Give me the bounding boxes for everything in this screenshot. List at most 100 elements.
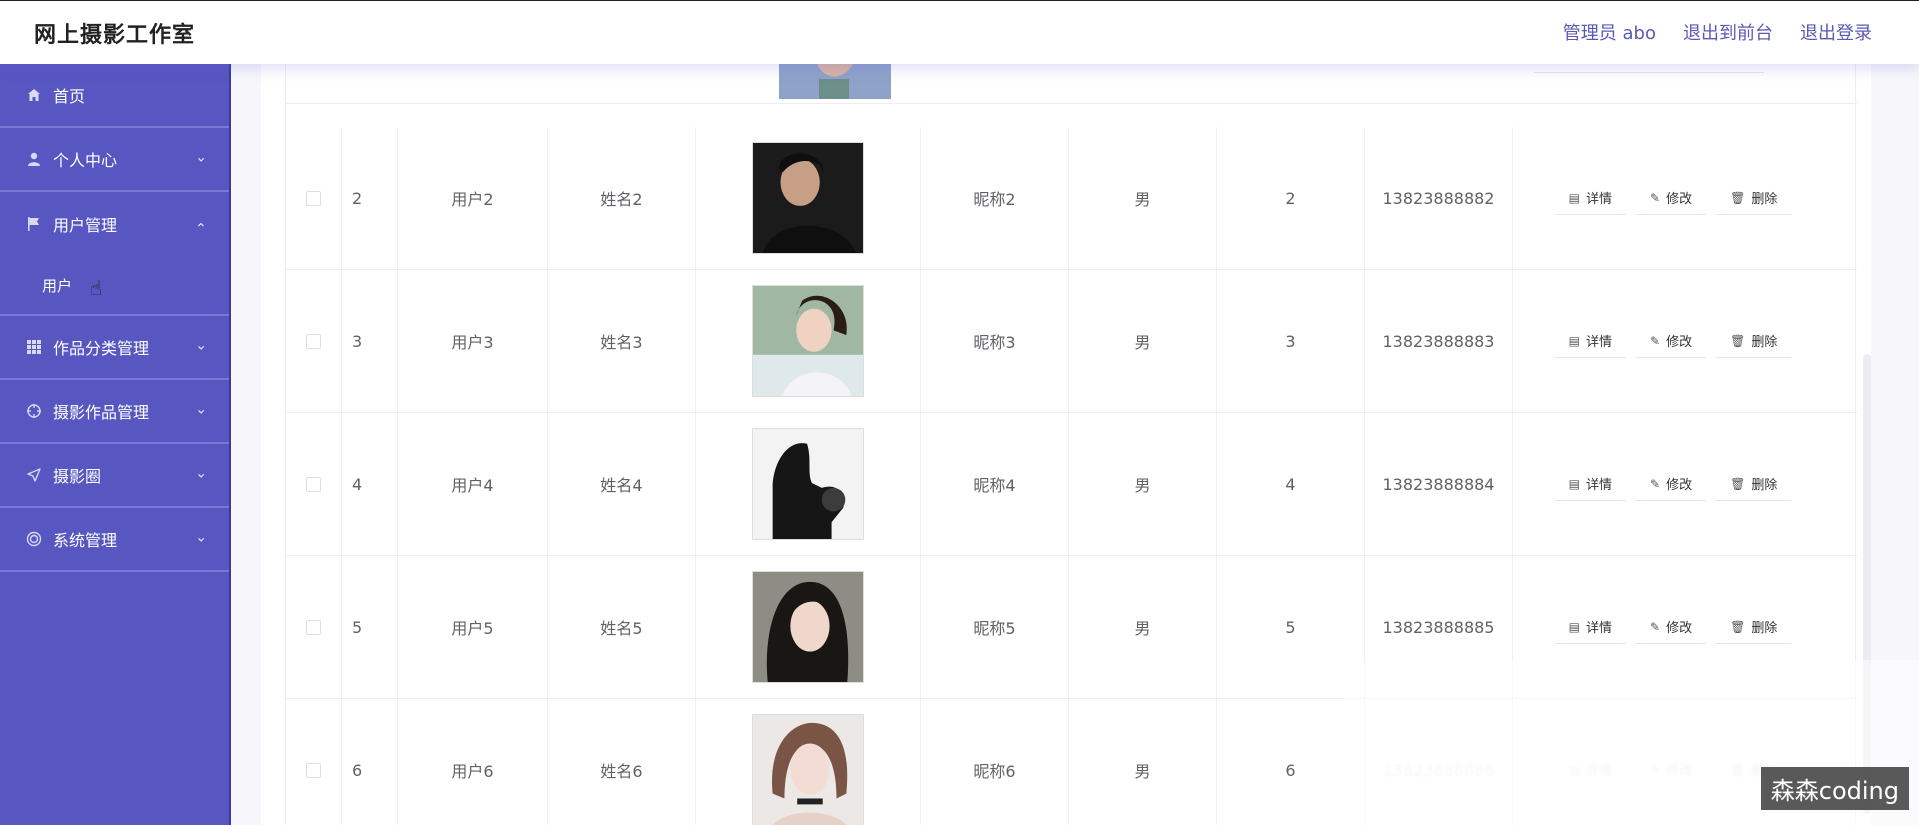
logout-link[interactable]: 退出登录 — [1800, 19, 1872, 45]
grid-icon — [25, 338, 43, 356]
detail-button[interactable]: ▤ 详情 — [1554, 753, 1627, 787]
table-row: 6 用户6 姓名6 昵称6 男 6 13823888886 ▤详情 ✎修改 🗑删… — [286, 699, 1857, 825]
select-cell — [286, 270, 342, 412]
detail-button[interactable]: ▤ 详情 — [1554, 181, 1627, 215]
ops-cell: ▤ 详情 ✎ 修改 🗑 删除 — [1513, 413, 1833, 555]
index-cell: 6 — [342, 699, 398, 825]
delete-label: 删除 — [1751, 335, 1778, 350]
row-checkbox[interactable] — [306, 333, 321, 349]
chevron-down-icon: ⌄ — [195, 465, 207, 482]
avatar-image[interactable] — [752, 714, 864, 825]
row-checkbox[interactable] — [306, 619, 321, 635]
ops-cell: ▤ 详情 ✎ 修改 🗑 删除 — [1513, 127, 1833, 269]
nickname-cell: 昵称5 — [921, 556, 1069, 698]
detail-button[interactable]: ▤ 详情 — [1554, 324, 1627, 358]
account-cell: 用户5 — [398, 556, 548, 698]
vertical-scrollbar[interactable] — [1863, 354, 1871, 814]
row-checkbox[interactable] — [306, 762, 321, 778]
edit-button[interactable]: ✎ 修改 — [1636, 610, 1707, 644]
select-cell — [286, 413, 342, 555]
edit-label: 修改 — [1666, 192, 1693, 207]
trash-icon: 🗑 — [1730, 190, 1746, 205]
chevron-down-icon: ⌄ — [195, 401, 207, 418]
ops-cell: ▤ 详情 ✎ 修改 🗑 删除 — [1513, 270, 1833, 412]
edit-button[interactable]: ✎ 修改 — [1636, 181, 1707, 215]
sidebar-item-label: 摄影圈 — [53, 467, 102, 486]
row-checkbox[interactable] — [306, 476, 321, 492]
edit-label: 修改 — [1666, 764, 1693, 779]
trash-icon: 🗑 — [1730, 619, 1746, 634]
avatar-image[interactable] — [752, 571, 864, 683]
phone-text: 13823888884 — [1382, 474, 1495, 494]
phone-cell: 13823888882 — [1365, 127, 1513, 269]
edit-button[interactable]: ✎ 修改 — [1636, 467, 1707, 501]
account-cell: 用户3 — [398, 270, 548, 412]
detail-button[interactable]: ▤ 详情 — [1554, 467, 1627, 501]
detail-label: 详情 — [1586, 621, 1613, 636]
name-cell: 姓名3 — [548, 270, 696, 412]
name-cell: 姓名6 — [548, 699, 696, 825]
select-cell — [286, 699, 342, 825]
photo-cell — [696, 413, 921, 555]
edit-button[interactable]: ✎ 修改 — [1636, 324, 1707, 358]
index-cell: 3 — [342, 270, 398, 412]
age-cell: 5 — [1217, 556, 1365, 698]
photo-cell — [696, 127, 921, 269]
gender-cell: 男 — [1069, 699, 1217, 825]
delete-label: 删除 — [1751, 621, 1778, 636]
row-checkbox[interactable] — [306, 190, 321, 206]
gender-cell: 男 — [1069, 413, 1217, 555]
sidebar-item-category-management[interactable]: 作品分类管理 ⌄ — [0, 316, 229, 380]
account-cell: 用户6 — [398, 699, 548, 825]
delete-button[interactable]: 🗑 删除 — [1716, 610, 1792, 644]
document-icon: ▤ — [1568, 762, 1580, 777]
chevron-down-icon: ⌄ — [195, 149, 207, 166]
main-content: 2 用户2 姓名2 昵称2 男 2 13823888882 ▤ 详情 ✎ 修改 🗑 删… — [261, 64, 1871, 825]
sidebar-item-home[interactable]: 首页 — [0, 64, 229, 128]
sidebar-subitem-users[interactable]: 用户 ☝ — [0, 256, 229, 316]
send-icon — [25, 466, 43, 484]
sidebar-item-label: 摄影作品管理 — [53, 403, 150, 422]
nickname-cell: 昵称6 — [921, 699, 1069, 825]
detail-label: 详情 — [1586, 478, 1613, 493]
avatar-image[interactable] — [752, 142, 864, 254]
chevron-down-icon: ⌄ — [195, 529, 207, 546]
document-icon: ▤ — [1568, 333, 1580, 348]
pencil-icon: ✎ — [1650, 476, 1661, 491]
admin-username[interactable]: 管理员 abo — [1563, 19, 1656, 45]
nickname-cell: 昵称3 — [921, 270, 1069, 412]
sidebar-item-system-management[interactable]: 系统管理 ⌄ — [0, 508, 229, 572]
sidebar-item-label: 用户管理 — [53, 216, 118, 235]
delete-button[interactable]: 🗑 删除 — [1716, 324, 1792, 358]
sidebar-item-photo-management[interactable]: 摄影作品管理 ⌄ — [0, 380, 229, 444]
user-icon — [25, 150, 43, 168]
trash-icon: 🗑 — [1730, 333, 1746, 348]
sidebar-subitem-label: 用户 — [42, 276, 73, 295]
age-cell: 3 — [1217, 270, 1365, 412]
sidebar-item-photo-circle[interactable]: 摄影圈 ⌄ — [0, 444, 229, 508]
pencil-icon: ✎ — [1650, 190, 1661, 205]
hand-cursor-icon: ☝ — [90, 276, 103, 300]
avatar-image[interactable] — [752, 428, 864, 540]
detail-button[interactable]: ▤ 详情 — [1554, 610, 1627, 644]
table-row: 2 用户2 姓名2 昵称2 男 2 13823888882 ▤ 详情 ✎ 修改 🗑 删… — [286, 127, 1857, 270]
delete-button[interactable]: 🗑 删除 — [1716, 467, 1792, 501]
sidebar-item-user-management[interactable]: 用户管理 ⌄ — [0, 192, 229, 256]
sidebar-item-label: 系统管理 — [53, 531, 118, 550]
document-icon: ▤ — [1568, 190, 1580, 205]
divider — [1534, 72, 1764, 73]
delete-label: 删除 — [1751, 478, 1778, 493]
exit-to-front-link[interactable]: 退出到前台 — [1683, 19, 1773, 45]
avatar-image[interactable] — [752, 285, 864, 397]
account-cell: 用户2 — [398, 127, 548, 269]
delete-button[interactable]: 🗑 删除 — [1716, 181, 1792, 215]
sidebar: 首页 个人中心 ⌄ 用户管理 ⌄ 用户 ☝ 作品分类管理 ⌄ 摄影作品管理 ⌄ — [0, 64, 231, 825]
trash-icon: 🗑 — [1730, 762, 1746, 777]
phone-text: 13823888885 — [1382, 617, 1495, 637]
phone-text: 13823888886 — [1382, 760, 1495, 780]
sidebar-item-personal-center[interactable]: 个人中心 ⌄ — [0, 128, 229, 192]
edit-button[interactable]: ✎ 修改 — [1636, 753, 1707, 787]
home-icon — [25, 86, 43, 104]
name-cell: 姓名4 — [548, 413, 696, 555]
table-row: 3 用户3 姓名3 昵称3 男 3 13823888883 ▤ 详情 ✎ 修改 🗑 删… — [286, 270, 1857, 413]
